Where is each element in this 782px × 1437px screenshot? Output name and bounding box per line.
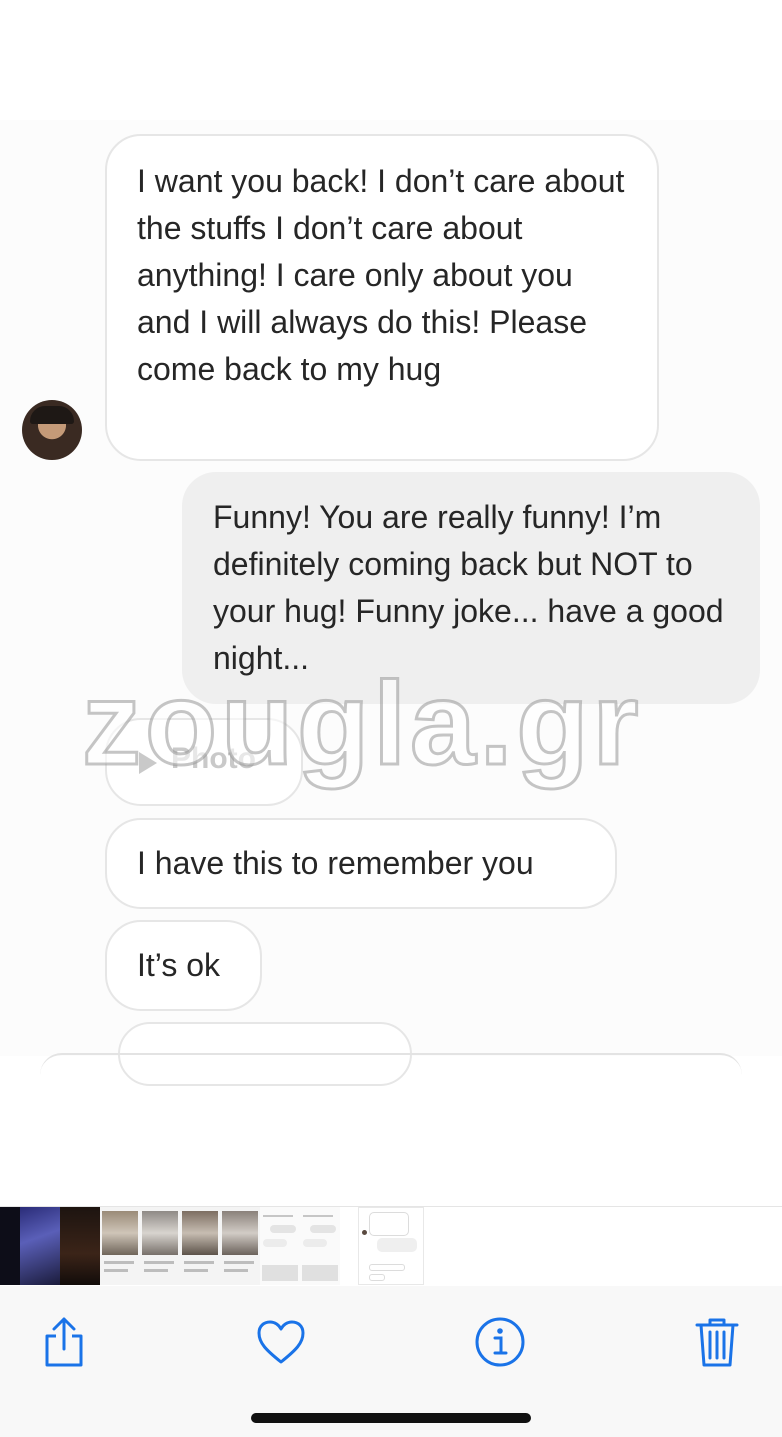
message-bubble-incoming: I want you back! I don’t care about the …	[105, 134, 659, 461]
composer-edge	[40, 1053, 742, 1075]
photo-thumbnail-strip[interactable]	[0, 1206, 782, 1287]
photo-thumbnail[interactable]	[140, 1207, 180, 1285]
message-bubble-incoming: It’s ok	[105, 920, 262, 1011]
photo-thumbnail[interactable]	[20, 1207, 60, 1285]
message-text: Funny! You are really funny! I’m definit…	[213, 499, 724, 676]
info-icon	[475, 1317, 525, 1367]
heart-icon	[257, 1320, 305, 1364]
avatar[interactable]	[22, 400, 82, 460]
photo-thumbnail[interactable]	[220, 1207, 260, 1285]
photo-thumbnail[interactable]	[260, 1207, 300, 1285]
message-text: I have this to remember you	[137, 845, 534, 881]
watermark: zougla.gr	[80, 657, 643, 792]
photo-thumbnail[interactable]	[0, 1207, 20, 1285]
share-icon	[45, 1317, 83, 1367]
photo-thumbnail[interactable]	[100, 1207, 140, 1285]
photo-thumbnail[interactable]	[180, 1207, 220, 1285]
photo-thumbnail-selected[interactable]	[358, 1207, 424, 1285]
photo-thumbnail[interactable]	[60, 1207, 100, 1285]
home-indicator[interactable]	[251, 1413, 531, 1423]
message-text: It’s ok	[137, 947, 220, 983]
photo-thumbnail[interactable]	[300, 1207, 340, 1285]
message-bubble-incoming: I have this to remember you	[105, 818, 617, 909]
delete-button[interactable]	[687, 1312, 747, 1372]
favorite-button[interactable]	[251, 1312, 311, 1372]
trash-icon	[695, 1318, 739, 1367]
message-text: I want you back! I don’t care about the …	[137, 163, 625, 387]
info-button[interactable]	[470, 1312, 530, 1372]
top-blank-area	[0, 0, 782, 120]
share-button[interactable]	[34, 1312, 94, 1372]
